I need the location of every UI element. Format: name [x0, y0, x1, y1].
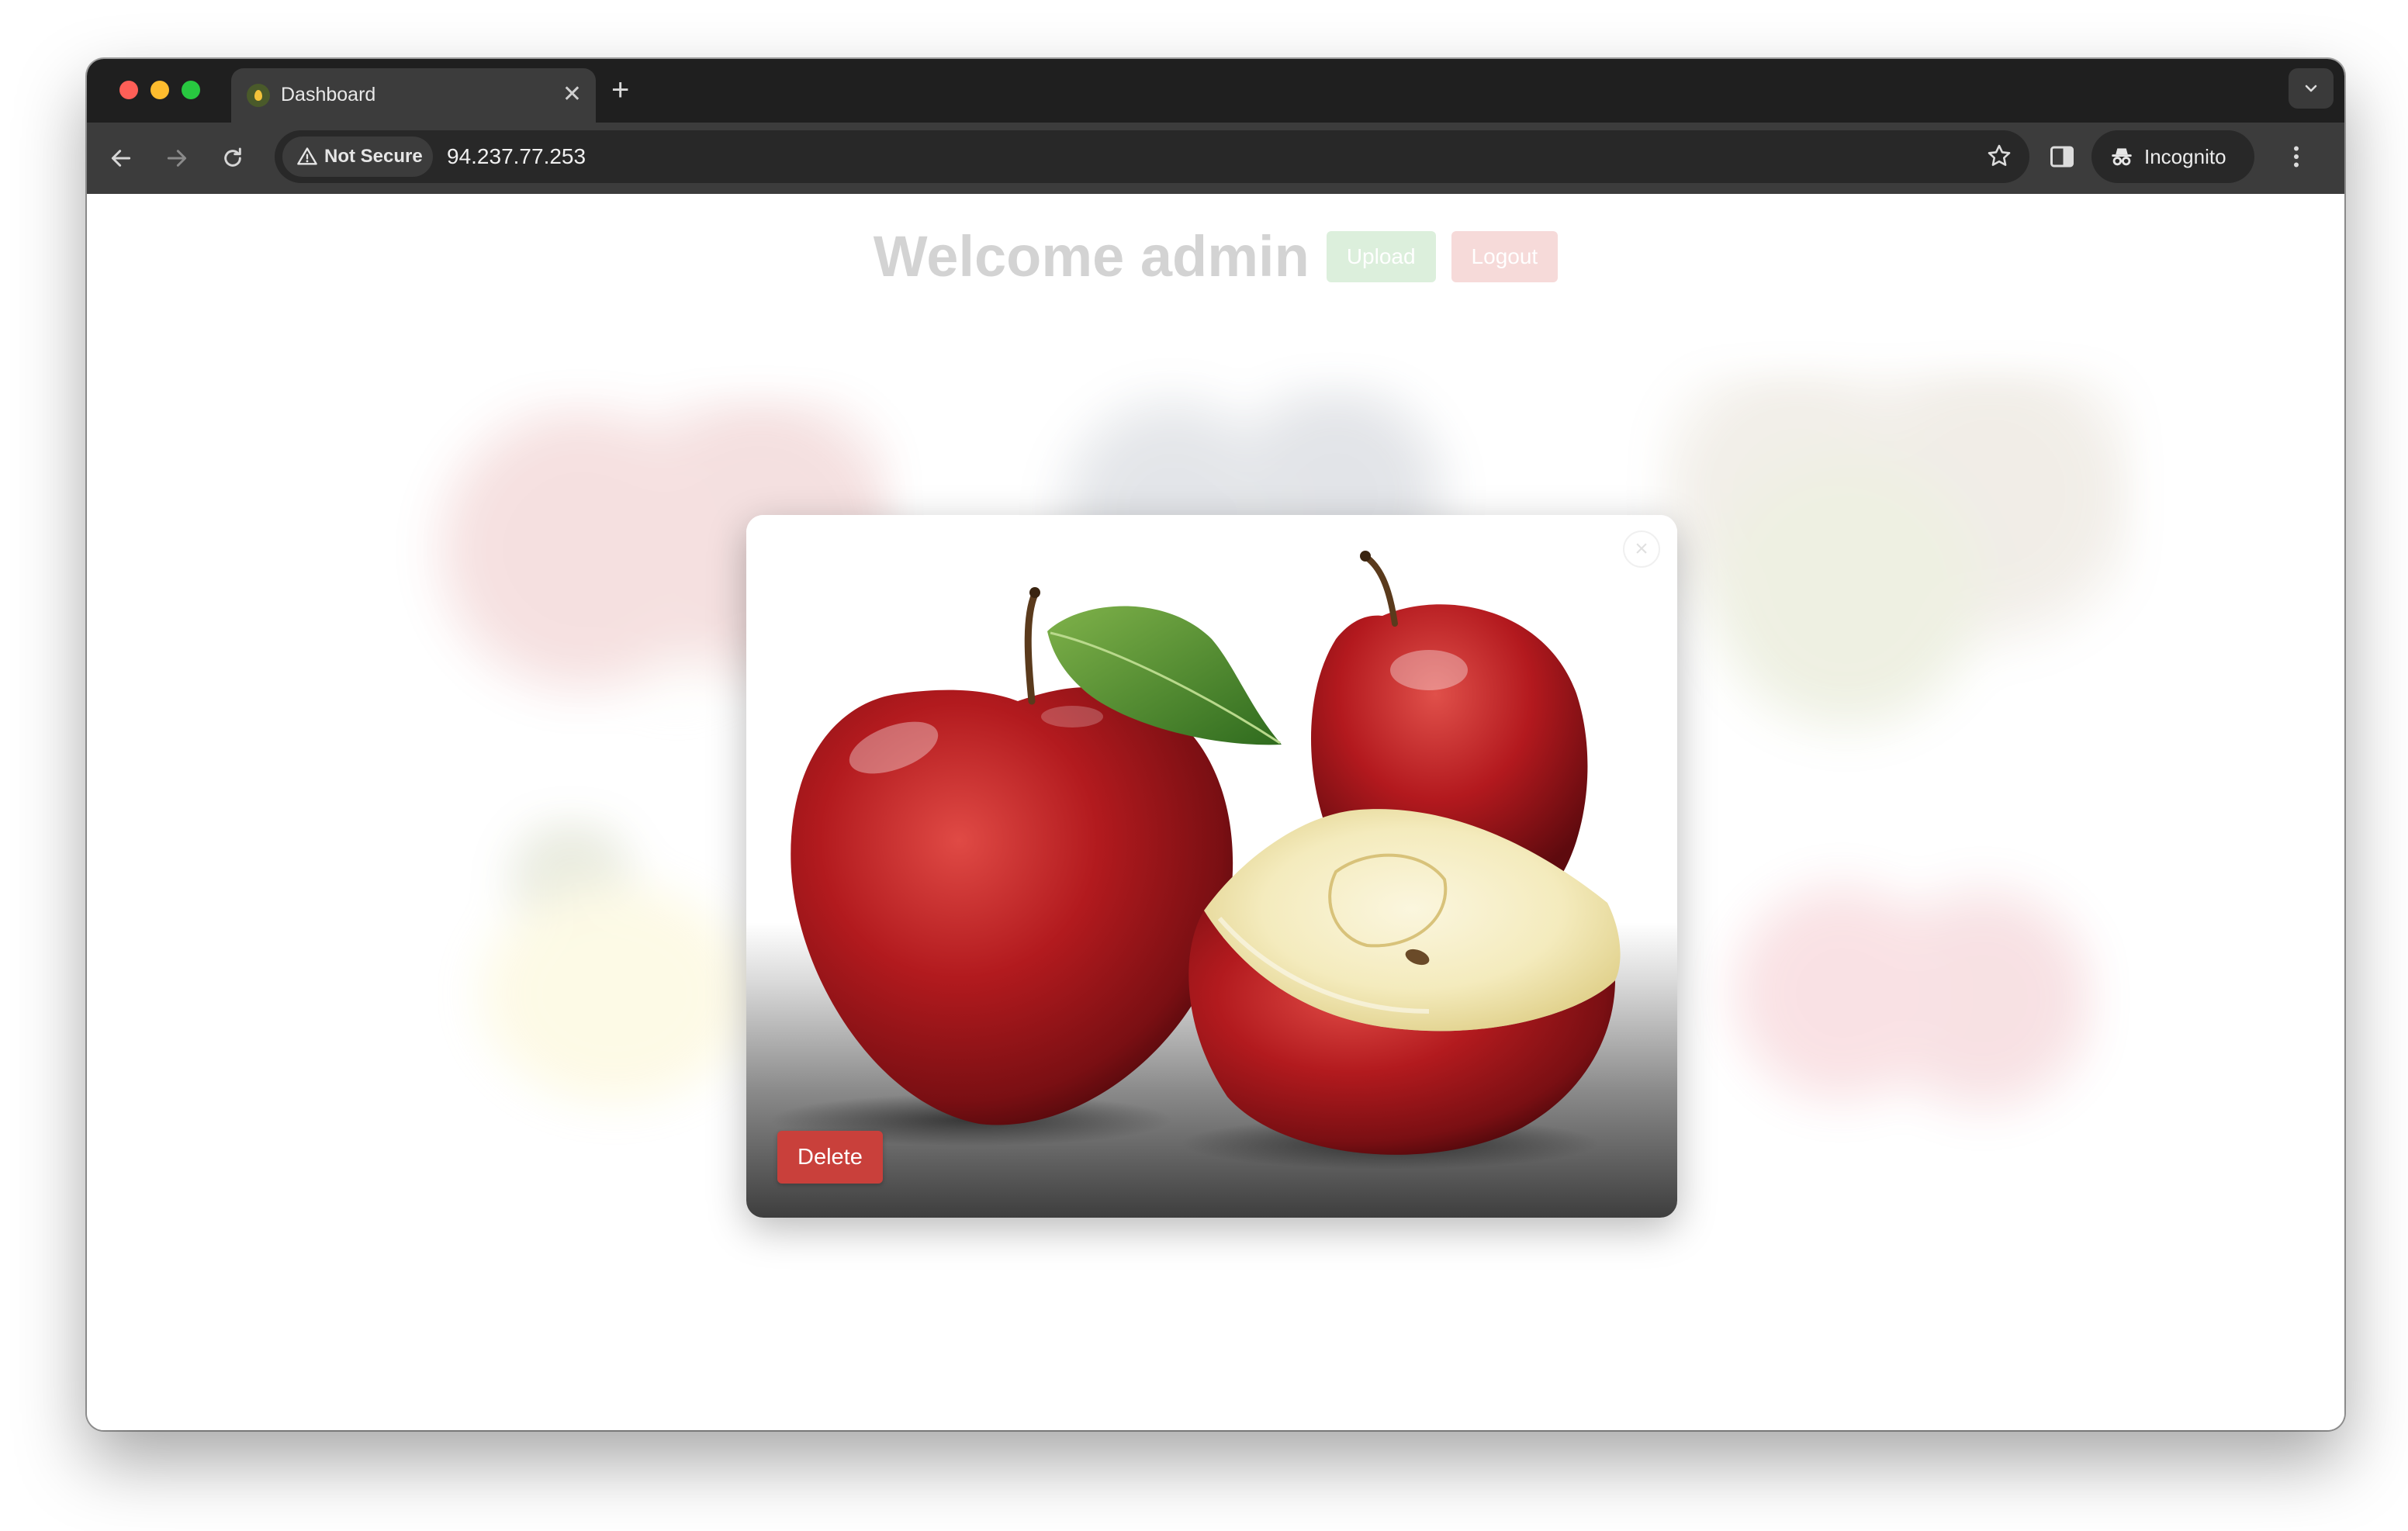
incognito-icon: [2112, 148, 2132, 166]
tab-close-icon[interactable]: ✕: [562, 79, 582, 110]
address-bar[interactable]: Not Secure 94.237.77.253: [275, 130, 2029, 183]
tab-search-button[interactable]: [2289, 68, 2334, 109]
forward-button[interactable]: [161, 143, 192, 174]
minimize-window-button[interactable]: [150, 81, 169, 99]
tab-strip: Dashboard ✕ +: [87, 59, 2344, 123]
browser-window: Dashboard ✕ + Not Secure 94.237.77.253 I…: [87, 59, 2344, 1430]
delete-button[interactable]: Delete: [777, 1131, 883, 1184]
side-panel-button[interactable]: [2048, 143, 2076, 175]
image-modal: × Delete: [746, 515, 1677, 1218]
security-chip[interactable]: Not Secure: [282, 137, 433, 177]
favicon-icon: [247, 84, 270, 107]
modal-close-button[interactable]: ×: [1623, 530, 1660, 568]
bookmark-button[interactable]: [1986, 143, 2012, 173]
reload-button[interactable]: [217, 143, 248, 174]
forward-icon: [167, 150, 187, 167]
back-icon: [111, 150, 131, 167]
star-icon: [1988, 144, 2011, 166]
tab-dashboard[interactable]: Dashboard ✕: [231, 68, 596, 123]
apples-photo: [746, 515, 1677, 1218]
tab-title: Dashboard: [281, 84, 376, 105]
browser-menu-button[interactable]: [2282, 143, 2310, 175]
menu-icon: [2294, 146, 2299, 168]
reload-icon: [224, 147, 241, 167]
url-text[interactable]: 94.237.77.253: [447, 144, 586, 169]
incognito-profile-button[interactable]: Incognito: [2091, 130, 2254, 183]
maximize-window-button[interactable]: [182, 81, 200, 99]
close-window-button[interactable]: [119, 81, 138, 99]
back-button[interactable]: [106, 143, 137, 174]
security-label: Not Secure: [324, 146, 423, 167]
page-content: Welcome admin Upload Logout × Delete: [87, 194, 2344, 1430]
incognito-label: Incognito: [2144, 144, 2226, 168]
browser-toolbar: Not Secure 94.237.77.253 Incognito: [87, 123, 2344, 194]
warning-icon: [297, 147, 317, 165]
side-panel-icon: [2050, 146, 2074, 168]
chevron-down-icon: [2305, 85, 2317, 92]
new-tab-button[interactable]: +: [611, 73, 629, 107]
